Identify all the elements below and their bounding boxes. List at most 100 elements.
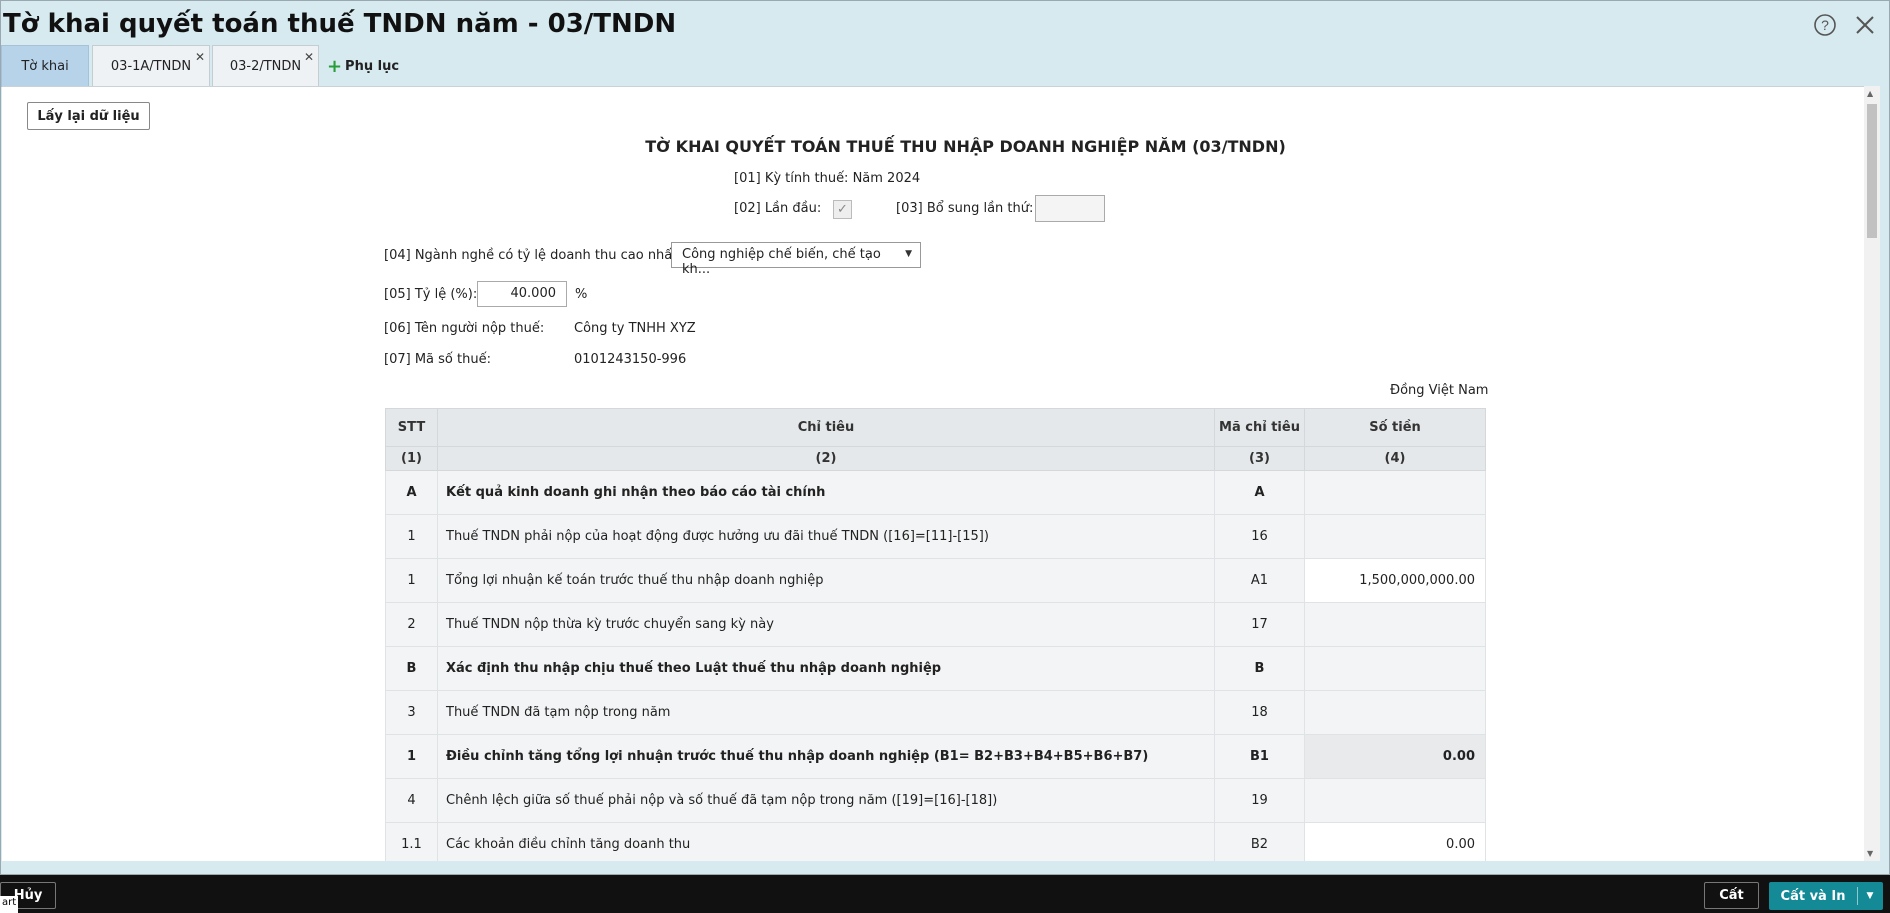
form-title: TỜ KHAI QUYẾT TOÁN THUẾ THU NHẬP DOANH N… xyxy=(645,137,1286,156)
row-stt: 1 xyxy=(385,558,438,603)
tab-close-icon[interactable]: ✕ xyxy=(304,50,314,64)
start-tag: art xyxy=(0,896,19,913)
table-row: 1 Điều chỉnh tăng tổng lợi nhuận trước th… xyxy=(385,734,1486,779)
row-name: Điều chỉnh tăng tổng lợi nhuận trước thu… xyxy=(437,734,1215,779)
table-row: A Kết quả kinh doanh ghi nhận theo báo cá… xyxy=(385,470,1486,515)
save-and-print-button[interactable]: Cất và In ▼ xyxy=(1769,882,1883,910)
table-row: 1 Thuế TNDN phải nộp của hoạt động được h… xyxy=(385,514,1486,559)
row-name: Thuế TNDN nộp thừa kỳ trước chuyển sang … xyxy=(437,602,1215,647)
header-stt: STT xyxy=(385,408,438,447)
row-stt: B xyxy=(385,646,438,691)
rate-unit: % xyxy=(575,287,588,302)
table-row: 3 Thuế TNDN đã tạm nộp trong năm 18 xyxy=(385,690,1486,735)
table-row: 2 Thuế TNDN nộp thừa kỳ trước chuyển sang… xyxy=(385,602,1486,647)
tab-close-icon[interactable]: ✕ xyxy=(195,50,205,64)
tab-label: 03-2/TNDN xyxy=(229,58,302,74)
svg-text:?: ? xyxy=(1821,17,1829,33)
tab-03-1a[interactable]: 03-1A/TNDN ✕ xyxy=(92,45,210,87)
row-name: Các khoản điều chỉnh tăng doanh thu xyxy=(437,822,1215,861)
row-name: Tổng lợi nhuận kế toán trước thuế thu nh… xyxy=(437,558,1215,603)
tab-label: Tờ khai xyxy=(21,59,69,74)
row-name: Thuế TNDN phải nộp của hoạt động được hư… xyxy=(437,514,1215,559)
row-code: B xyxy=(1214,646,1305,691)
row-code: 19 xyxy=(1214,778,1305,823)
add-appendix-button[interactable]: + Phụ lục xyxy=(323,45,403,87)
dialog-title: Tờ khai quyết toán thuế TNDN năm - 03/TN… xyxy=(3,9,677,39)
row-amount xyxy=(1304,646,1486,691)
row-stt: 2 xyxy=(385,602,438,647)
plus-icon: + xyxy=(326,55,343,77)
header-ma-chi-tieu: Mã chỉ tiêu xyxy=(1214,408,1305,447)
supplement-input[interactable] xyxy=(1035,195,1105,222)
scroll-down-icon[interactable]: ▼ xyxy=(1867,849,1873,858)
rate-label: [05] Tỷ lệ (%): xyxy=(384,287,478,302)
tax-code-value: 0101243150-996 xyxy=(574,352,687,367)
row-amount[interactable]: 0.00 xyxy=(1304,822,1486,861)
row-name: Xác định thu nhập chịu thuế theo Luật th… xyxy=(437,646,1215,691)
table-row: 4 Chênh lệch giữa số thuế phải nộp và số … xyxy=(385,778,1486,823)
subheader-4: (4) xyxy=(1304,446,1486,471)
row-name: Chênh lệch giữa số thuế phải nộp và số t… xyxy=(437,778,1215,823)
row-amount[interactable]: 1,500,000,000.00 xyxy=(1304,558,1486,603)
row-name: Thuế TNDN đã tạm nộp trong năm xyxy=(437,690,1215,735)
row-code: B2 xyxy=(1214,822,1305,861)
row-code: B1 xyxy=(1214,734,1305,779)
row-code: A1 xyxy=(1214,558,1305,603)
tab-to-khai[interactable]: Tờ khai xyxy=(1,45,89,87)
industry-label: [04] Ngành nghề có tỷ lệ doanh thu cao n… xyxy=(384,248,682,263)
rate-input[interactable]: 40.000 xyxy=(477,281,567,307)
row-stt: 1 xyxy=(385,514,438,559)
row-code: A xyxy=(1214,470,1305,515)
table-row: 1.1 Các khoản điều chỉnh tăng doanh thu B2… xyxy=(385,822,1486,861)
save-and-print-label: Cất và In xyxy=(1780,888,1846,904)
tab-label: 03-1A/TNDN xyxy=(110,58,192,74)
subheader-2: (2) xyxy=(437,446,1215,471)
row-name: Kết quả kinh doanh ghi nhận theo báo cáo… xyxy=(437,470,1215,515)
currency-note: Đồng Việt Nam xyxy=(1390,383,1489,398)
form-content: Lấy lại dữ liệu TỜ KHAI QUYẾT TOÁN THUẾ … xyxy=(2,86,1864,861)
row-stt: 1.1 xyxy=(385,822,438,861)
header-chi-tieu: Chỉ tiêu xyxy=(437,408,1215,447)
add-appendix-label: Phụ lục xyxy=(345,58,400,74)
scroll-up-icon[interactable]: ▲ xyxy=(1867,89,1873,98)
row-stt: 3 xyxy=(385,690,438,735)
industry-value: Công nghiệp chế biến, chế tạo kh... xyxy=(682,247,881,277)
row-amount xyxy=(1304,602,1486,647)
reload-data-button[interactable]: Lấy lại dữ liệu xyxy=(27,102,150,130)
footer-bar: Hủy Cất Cất và In ▼ xyxy=(0,875,1890,913)
help-icon[interactable]: ? xyxy=(1811,11,1839,39)
save-button[interactable]: Cất xyxy=(1704,882,1759,909)
header-so-tien: Số tiền xyxy=(1304,408,1486,447)
supplement-label: [03] Bổ sung lần thứ: xyxy=(896,201,1034,216)
row-amount xyxy=(1304,690,1486,735)
declaration-table: STT Chỉ tiêu Mã chỉ tiêu Số tiền (1) (2)… xyxy=(385,408,1486,861)
row-stt: 1 xyxy=(385,734,438,779)
subheader-1: (1) xyxy=(385,446,438,471)
first-time-checkbox[interactable]: ✓ xyxy=(833,200,852,219)
table-row: 1 Tổng lợi nhuận kế toán trước thuế thu n… xyxy=(385,558,1486,603)
chevron-down-icon: ▼ xyxy=(905,249,912,259)
row-stt: A xyxy=(385,470,438,515)
row-stt: 4 xyxy=(385,778,438,823)
row-amount xyxy=(1304,778,1486,823)
row-amount xyxy=(1304,470,1486,515)
chevron-down-icon[interactable]: ▼ xyxy=(1858,891,1882,901)
close-icon[interactable] xyxy=(1851,11,1879,39)
industry-select[interactable]: Công nghiệp chế biến, chế tạo kh... ▼ xyxy=(671,242,921,277)
scrollbar-thumb[interactable] xyxy=(1867,104,1877,238)
row-code: 18 xyxy=(1214,690,1305,735)
row-amount xyxy=(1304,514,1486,559)
tab-03-2[interactable]: 03-2/TNDN ✕ xyxy=(212,45,319,87)
tax-code-label: [07] Mã số thuế: xyxy=(384,352,491,367)
row-code: 16 xyxy=(1214,514,1305,559)
taxpayer-label: [06] Tên người nộp thuế: xyxy=(384,321,545,336)
taxpayer-value: Công ty TNHH XYZ xyxy=(574,321,696,336)
check-icon: ✓ xyxy=(837,202,848,217)
dialog-window: Tờ khai quyết toán thuế TNDN năm - 03/TN… xyxy=(0,0,1890,875)
vertical-scrollbar[interactable]: ▲ ▼ xyxy=(1864,86,1880,861)
row-amount: 0.00 xyxy=(1304,734,1486,779)
first-time-label: [02] Lần đầu: xyxy=(734,201,822,216)
table-row: B Xác định thu nhập chịu thuế theo Luật t… xyxy=(385,646,1486,691)
tax-period-text: [01] Kỳ tính thuế: Năm 2024 xyxy=(734,171,921,186)
row-code: 17 xyxy=(1214,602,1305,647)
